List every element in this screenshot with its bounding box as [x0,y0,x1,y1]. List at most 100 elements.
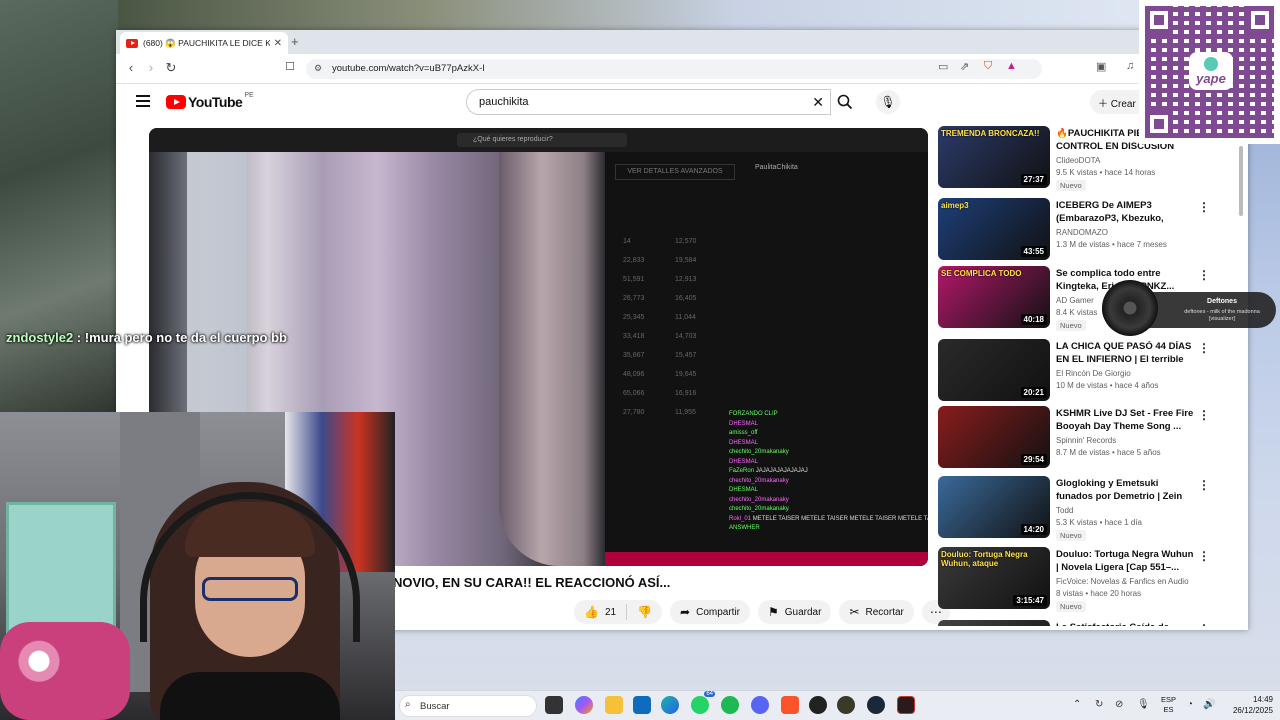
related-videos: TREMENDA BRONCAZA!!27:37🔥PAUCHIKITA PIE.… [938,126,1238,626]
channel-label: ClideoDOTA [1056,156,1101,165]
clear-search-icon[interactable]: ✕ [812,94,824,111]
new-tab-icon[interactable]: + [291,34,299,49]
bookmark-icon[interactable]: ☐ [281,60,299,73]
brave-icon[interactable] [781,696,799,714]
video-thumbnail[interactable]: Douluo: Tortuga Negra Wuhun, ataque 3:15:… [938,547,1050,609]
share-page-icon[interactable]: ⇗ [960,60,969,73]
spotify-icon[interactable] [721,696,739,714]
video-title-link[interactable]: LA CHICA QUE PASÓ 44 DÍAS EN EL INFIERNO… [1056,341,1194,366]
chat-line: chechito_20makanaky [729,477,928,487]
channel-name[interactable]: Spinnin' Records [1056,436,1116,445]
channel-name[interactable]: RANDOMAZO [1056,228,1108,237]
store-icon[interactable] [633,696,651,714]
microphone-tray-icon[interactable]: 🎙 [1137,699,1150,710]
share-button[interactable]: ➦ Compartir [670,600,750,624]
thumbnail-text: TREMENDA BRONCAZA!! [941,129,1040,138]
scrollbar-thumb[interactable] [1239,146,1243,216]
video-thumbnail[interactable]: 29:54 [938,406,1050,468]
related-video-item[interactable]: 14:20 Glogloking y Emetsuki funados por D… [938,476,1238,541]
channel-name[interactable]: AD Gamer [1056,296,1094,305]
wifi-icon[interactable]: ◔ [1187,699,1193,710]
search-icon: ⌕ [405,699,411,710]
more-vertical-icon[interactable]: ⋮ [1198,408,1210,422]
channel-name[interactable]: ClideoDOTA [1056,156,1100,165]
related-video-item[interactable]: Douluo: Tortuga Negra Wuhun, ataque 3:15:… [938,547,1238,612]
more-vertical-icon[interactable]: ⋮ [1198,478,1210,492]
youtube-logo[interactable]: YouTube PE [166,92,254,110]
edge-icon[interactable] [661,696,679,714]
copilot-icon[interactable] [575,696,593,714]
steam-icon[interactable] [867,696,885,714]
sidebar-toggle-icon[interactable]: ▣ [1096,60,1106,73]
embedded-taskbar [605,552,928,566]
related-video-item[interactable]: aimep3 43:55 ICEBERG De AIMEP3 (EmbarazoP3… [938,198,1238,260]
back-icon[interactable]: ‹ [122,60,140,75]
video-title-link[interactable]: KSHMR Live DJ Set - Free Fire Booyah Day… [1056,408,1194,433]
media-icon[interactable]: ♫ [1126,60,1134,72]
forward-icon[interactable]: › [142,60,160,75]
language-indicator[interactable]: ESP ES [1161,695,1176,715]
thumbs-down-icon[interactable]: 👎 [637,605,652,619]
file-explorer-icon[interactable] [605,696,623,714]
reload-icon[interactable]: ↻ [162,60,180,76]
voice-search-button[interactable]: 🎙 [876,90,900,114]
site-info-icon[interactable]: ⚙ [314,63,322,74]
clip-button[interactable]: ✂ Recortar [839,600,914,624]
brave-shield-icon[interactable]: ⛉ [984,60,992,73]
taskbar-search[interactable]: ⌕ Buscar [399,695,537,717]
chat-user: DHESMAL [729,420,759,427]
channel-label: RANDOMAZO [1056,228,1108,237]
video-thumbnail[interactable] [938,620,1050,626]
video-title-link[interactable]: ICEBERG De AIMEP3 (EmbarazoP3, Kbezuko, … [1056,200,1194,225]
youtube-favicon-icon [126,38,138,48]
close-tab-icon[interactable]: ✕ [274,38,282,49]
more-vertical-icon[interactable]: ⋮ [1198,341,1210,355]
network-off-icon[interactable]: ⊘ [1115,699,1123,710]
app-icon[interactable] [897,696,915,714]
channel-name[interactable]: Todd [1056,506,1073,515]
chevron-up-icon[interactable]: ⌃ [1073,699,1081,710]
save-button[interactable]: ⚑ Guardar [758,600,832,624]
cast-icon[interactable]: ▭ [938,60,948,73]
create-label: Crear [1110,99,1136,110]
channel-name[interactable]: El Rincón De Giorgio [1056,369,1131,378]
clock[interactable]: 14:49 26/12/2025 [1217,694,1273,716]
video-thumbnail[interactable]: 14:20 [938,476,1050,538]
more-vertical-icon[interactable]: ⋮ [1198,622,1210,626]
thumbnail-text: SE COMPLICA TODO [941,269,1022,278]
video-title-link[interactable]: La Satisfactoria Caída de... [1056,622,1194,626]
like-button[interactable]: 👍 21 👎 [574,600,663,624]
url-field[interactable]: ⚙ youtube.com/watch?v=uB77pAzkX-I [306,59,1042,79]
chat-line: Rokl_01 METELE TAISER METELE TAISER METE… [729,515,928,525]
video-thumbnail[interactable]: TREMENDA BRONCAZA!! 27:37 [938,126,1050,188]
brave-rewards-icon[interactable]: ▲ [1006,60,1017,72]
related-video-item[interactable]: La Satisfactoria Caída de... ⋮ [938,620,1238,626]
clip-label: Recortar [865,606,904,618]
obs-icon[interactable] [809,696,827,714]
search-button[interactable] [831,89,859,115]
more-vertical-icon[interactable]: ⋮ [1198,268,1210,282]
menu-icon[interactable] [136,95,150,107]
tab-active[interactable]: (680) 😱 PAUCHIKITA LE DICE KA ✕ [120,32,288,54]
sync-icon[interactable]: ↻ [1095,699,1103,710]
more-vertical-icon[interactable]: ⋮ [1198,549,1210,563]
video-title-link[interactable]: Douluo: Tortuga Negra Wuhun | Novela Lig… [1056,549,1194,574]
xbox-icon[interactable] [837,696,855,714]
more-vertical-icon[interactable]: ⋮ [1198,200,1210,214]
related-video-item[interactable]: 20:21 LA CHICA QUE PASÓ 44 DÍAS EN EL INF… [938,339,1238,401]
video-title-link[interactable]: Glogloking y Emetsuki funados por Demetr… [1056,478,1194,503]
video-thumbnail[interactable]: aimep3 43:55 [938,198,1050,260]
discord-icon[interactable] [751,696,769,714]
whatsapp-icon[interactable]: 64 [691,691,715,714]
related-video-item[interactable]: 29:54 KSHMR Live DJ Set - Free Fire Booya… [938,406,1238,468]
video-thumbnail[interactable]: 20:21 [938,339,1050,401]
taskbar: ⌕ Buscar 64 ⌃ ↻ ⊘ 🎙 ESP ES ◔ 🔊 14:49 26/… [395,690,1280,720]
channel-name[interactable]: FicVoice: Novelas & Fanfics en Audio [1056,577,1189,586]
task-view-icon[interactable] [545,696,563,714]
volume-icon[interactable]: 🔊 [1203,699,1215,710]
video-thumbnail[interactable]: SE COMPLICA TODO 40:18 [938,266,1050,328]
search-input[interactable]: pauchikita ✕ [466,89,831,115]
chat-line: chechito_20makanaky [729,505,928,515]
save-label: Guardar [784,606,822,618]
scrollbar[interactable] [1238,126,1244,626]
